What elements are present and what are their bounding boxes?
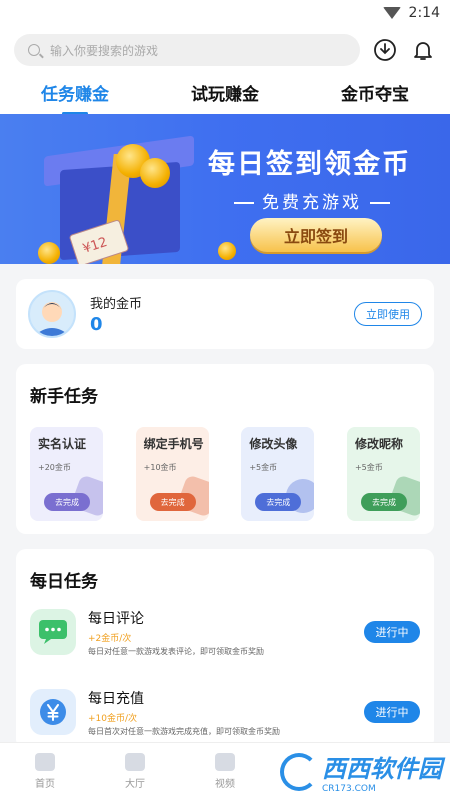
task-name: 实名认证 [38,437,87,451]
watermark-text: 西西软件园 [322,755,442,783]
task-complete-button[interactable]: 去完成 [149,493,196,511]
nav-label: 视频 [215,779,235,790]
wifi-icon [382,7,401,19]
newbie-title: 新手任务 [30,387,98,407]
nav-home[interactable]: 首页 [15,753,75,790]
task-reward: +5金币 [354,463,383,472]
coins-value: 0 [90,314,103,335]
daily-task-name: 每日评论 [88,610,144,627]
comment-icon [30,609,76,655]
task-complete-button[interactable]: 去完成 [255,493,302,511]
nav-label: 大厅 [125,779,145,790]
daily-title: 每日任务 [30,572,98,592]
yen-icon [30,689,76,735]
task-card-nickname[interactable]: 修改昵称 +5金币 去完成 [346,427,420,521]
tab-coin-treasure[interactable]: 金币夺宝 [341,80,409,109]
daily-task-desc: 每日对任意一款游戏发表评论，即可领取金币奖励 [88,646,264,656]
nav-video[interactable]: 视频 [195,753,255,790]
coin-icon [140,158,170,188]
video-icon [215,753,235,771]
task-complete-button[interactable]: 去完成 [44,493,90,511]
tab-trial-earn[interactable]: 试玩赚金 [191,80,259,109]
task-reward: +20金币 [38,463,71,472]
search-icon [28,44,40,56]
watermark-subtext: CR173.COM [322,784,376,794]
use-now-button[interactable]: 立即使用 [354,302,422,326]
daily-task-reward: +10金币/次 [88,713,138,724]
status-bar: 2:14 [0,0,450,26]
task-complete-button[interactable]: 去完成 [360,493,407,511]
task-reward: +10金币 [143,463,177,472]
grid-icon [125,753,145,771]
newbie-tasks-card: 新手任务 实名认证 +20金币 去完成 绑定手机号 +10金币 去完成 修改头像… [16,364,434,534]
coin-icon [218,242,236,260]
download-icon[interactable] [372,37,398,63]
task-card-realname[interactable]: 实名认证 +20金币 去完成 [30,427,103,521]
signin-banner[interactable]: ¥12 每日签到领金币 免费充游戏 立即签到 [0,114,450,264]
tab-task-earn[interactable]: 任务赚金 [41,80,109,109]
watermark: 西西软件园 CR173.COM [280,749,442,794]
task-name: 修改昵称 [354,437,403,451]
nav-hall[interactable]: 大厅 [105,753,165,790]
status-time: 2:14 [408,5,440,21]
avatar[interactable] [28,290,76,338]
task-reward: +5金币 [249,463,278,472]
top-bar: 输入你要搜索的游戏 [0,26,450,74]
banner-title: 每日签到领金币 [208,149,411,180]
daily-task-reward: +2金币/次 [88,633,132,644]
coin-icon [38,242,60,264]
home-icon [35,753,55,771]
task-card-avatar[interactable]: 修改头像 +5金币 去完成 [241,427,315,521]
task-name: 修改头像 [249,437,298,451]
search-input[interactable]: 输入你要搜索的游戏 [14,34,360,66]
watermark-logo-icon [280,752,318,791]
my-coins-card: 我的金币 0 立即使用 [16,279,434,349]
daily-task-comment[interactable]: 每日评论 +2金币/次 每日对任意一款游戏发表评论，即可领取金币奖励 进行中 [16,592,434,672]
bell-icon[interactable] [410,37,436,63]
in-progress-button[interactable]: 进行中 [364,621,420,643]
daily-task-name: 每日充值 [88,690,144,707]
search-placeholder: 输入你要搜索的游戏 [50,43,159,58]
task-name: 绑定手机号 [143,437,204,451]
banner-subtitle: 免费充游戏 [226,188,398,213]
task-card-bind-phone[interactable]: 绑定手机号 +10金币 去完成 [135,427,209,521]
daily-tasks-card: 每日任务 每日评论 +2金币/次 每日对任意一款游戏发表评论，即可领取金币奖励 … [16,549,434,749]
in-progress-button[interactable]: 进行中 [364,701,420,723]
daily-task-recharge[interactable]: 每日充值 +10金币/次 每日首次对任意一款游戏完成充值，即可领取金币奖励 进行… [16,672,434,752]
coins-label: 我的金币 [90,297,143,312]
daily-task-desc: 每日首次对任意一款游戏完成充值，即可领取金币奖励 [88,726,280,736]
signin-button[interactable]: 立即签到 [250,218,382,252]
nav-label: 首页 [35,779,55,790]
tab-bar: 任务赚金 试玩赚金 金币夺宝 [0,74,450,114]
